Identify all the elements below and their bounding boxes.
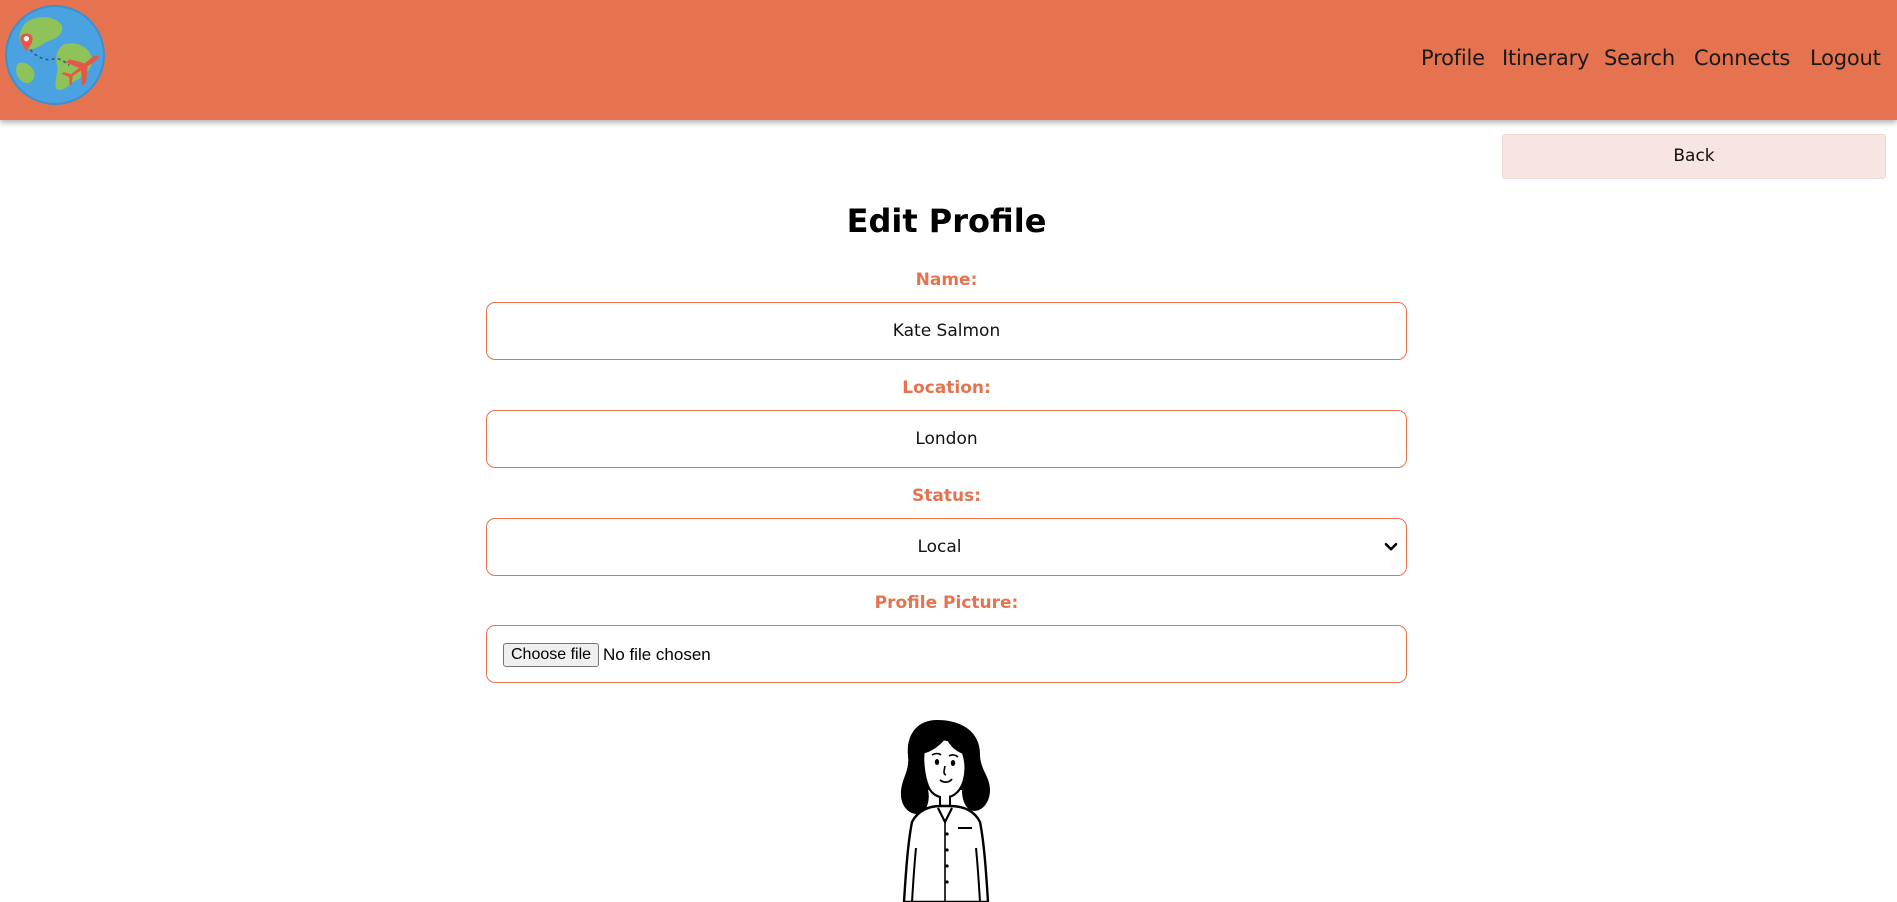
nav-link-logout[interactable]: Logout (1810, 46, 1881, 70)
chevron-down-icon (1384, 542, 1398, 551)
nav-link-profile[interactable]: Profile (1421, 46, 1485, 70)
name-input[interactable] (487, 303, 1406, 359)
profile-picture-field: Choose file No file chosen (486, 625, 1407, 683)
status-select[interactable]: Local (486, 518, 1407, 576)
nav-link-connects[interactable]: Connects (1694, 46, 1790, 70)
nav-link-itinerary[interactable]: Itinerary (1502, 46, 1589, 70)
page-title: Edit Profile (846, 202, 1047, 240)
back-button[interactable]: Back (1502, 134, 1886, 179)
profile-avatar-illustration (900, 720, 990, 902)
name-field-container (486, 302, 1407, 360)
nav-link-search[interactable]: Search (1604, 46, 1675, 70)
location-input[interactable] (487, 411, 1406, 467)
status-label: Status: (912, 486, 981, 506)
top-navigation-bar: Profile Itinerary Search Connects Logout (0, 0, 1897, 120)
file-status-text: No file chosen (603, 645, 711, 664)
globe-logo-icon[interactable] (4, 4, 106, 106)
location-label: Location: (902, 378, 991, 398)
profile-picture-label: Profile Picture: (874, 593, 1019, 613)
status-selected-value: Local (917, 537, 962, 557)
location-field-container (486, 410, 1407, 468)
name-label: Name: (915, 270, 978, 290)
choose-file-button[interactable]: Choose file (503, 643, 600, 667)
